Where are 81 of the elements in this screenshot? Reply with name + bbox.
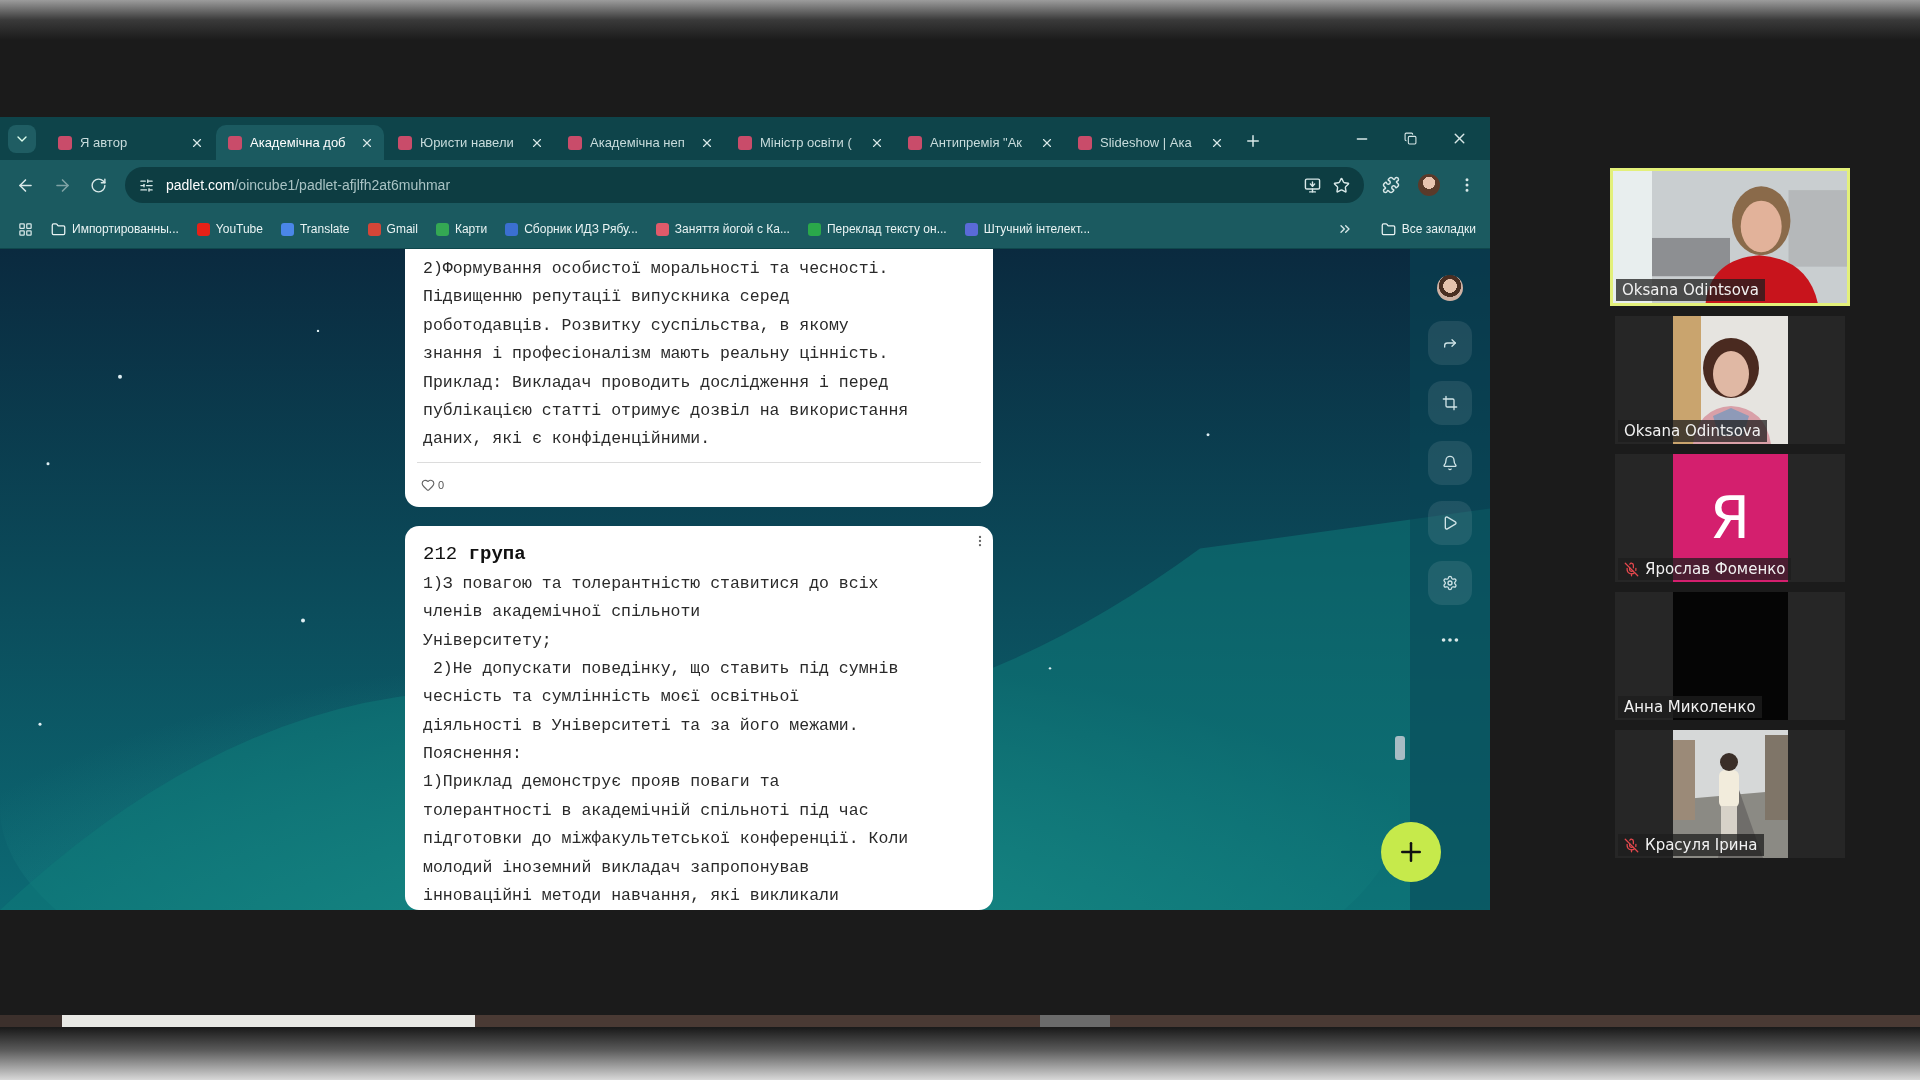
participant-name: Oksana Odintsova [1624,422,1761,440]
restore-icon[interactable] [1404,132,1417,145]
extensions-icon[interactable] [1382,176,1400,194]
post-text-line: 1)Приклад демонструє прояв поваги та [423,771,781,794]
favicon-icon [568,135,582,150]
folder-icon [1380,221,1396,237]
favicon-icon [505,222,519,236]
star-icon[interactable] [1333,176,1350,194]
tab-search-button[interactable] [8,125,36,153]
post-text-line: підготовки до міжфакультетської конференції. Коли [423,828,910,851]
post-text-line: Підвищенню репутації випускника серед [423,286,791,309]
browser-tab[interactable]: Міністр освіти ( [726,125,894,160]
apps-icon[interactable] [18,221,33,237]
scrollbar-thumb[interactable] [1395,736,1405,760]
site-settings-icon[interactable] [139,177,154,193]
address-field[interactable]: padlet.com/oincube1/padlet-afjlfh2at6muhmar [125,167,1364,203]
post-text-line: роботодавців. Розвитку суспільства, в якому [423,314,850,337]
favicon-icon [367,222,381,236]
post-text-line: діяльності в Університеті та за його межами. [423,714,860,737]
post-text-line: інноваційні методи навчання, які викликали [423,885,840,908]
share-button[interactable] [1428,321,1472,365]
heart-icon[interactable] [421,477,435,492]
favicon-icon [280,222,294,236]
browser-tab[interactable]: Академічна неп [556,125,724,160]
browser-tab[interactable]: Юристи навели [386,125,554,160]
reload-icon[interactable] [90,176,107,194]
bookmark-link[interactable]: Gmail [367,222,418,236]
post-text-line: 2)Формування особистої моральності та чесності. [423,258,890,280]
bookmark-link[interactable]: Карти [435,222,488,236]
post-text-line: Університету; [423,629,553,652]
new-tab-icon[interactable] [1244,132,1262,150]
post-text-line: чесність та сумлінність моєї освітньої [423,686,801,709]
post-text-line: Пояснення: [423,743,524,766]
favicon-icon [196,222,210,236]
favicon-icon [908,135,922,150]
favicon-icon [807,222,821,236]
favicon-icon [655,222,669,236]
browser-tab[interactable]: Я автор [46,125,214,160]
post-text-line: толерантності в академічній спільноті під час [423,799,870,822]
bookmark-link[interactable]: Все закладки [1380,221,1476,237]
post-text-line: 1)З повагою та толерантністю ставитися до всіх [423,572,880,595]
favicon-icon [228,135,242,150]
settings-button[interactable] [1428,561,1472,605]
bookmark-link[interactable]: Импортированны... [51,221,179,237]
post-text-line: молодий іноземний викладач запропонував [423,856,811,879]
participant-name: Oksana Odintsova [1622,281,1759,299]
participant-name: Красуля Ірина [1645,836,1758,854]
post-title: 212 група [422,541,527,567]
profile-avatar[interactable] [1418,174,1440,196]
browser-tab[interactable]: Антипремія "Ак [896,125,1064,160]
post-text-line: знання і професіоналізм мають реальну цінність. [423,343,890,366]
participant-name: Анна Миколенко [1624,698,1756,716]
favicon-icon [435,222,449,236]
bookmark-link[interactable]: Переклад тексту он... [807,222,947,236]
favicon-icon [1078,135,1092,150]
bookmark-link[interactable]: Translate [280,222,350,236]
bookmark-link[interactable]: Заняття йогой с Ка... [655,222,790,236]
bookmark-link[interactable]: YouTube [196,222,263,236]
favicon-icon [398,135,412,150]
browser-tab[interactable]: Академічна доб [216,125,384,160]
favicon-icon [58,135,72,150]
post-text-line: 2)Не допускати поведінку, що ставить під сумнів [431,657,900,680]
post-text-line: публікацією статті отримує дозвіл на використання [423,399,910,422]
crop-button[interactable] [1428,381,1472,425]
play-icon [1442,515,1458,531]
play-button[interactable] [1428,501,1472,545]
favicon-icon [964,222,978,236]
post-text-line: даних, які є конфіденційними. [423,428,712,451]
notifications-button[interactable] [1428,441,1472,485]
bell-icon [1442,455,1458,471]
browser-tab[interactable]: Slideshow | Ака [1066,125,1234,160]
post-text-line: Приклад: Викладач проводить дослідження і перед [423,371,890,394]
settings-icon [1442,575,1458,591]
folder-icon [51,221,66,237]
like-count: 0 [438,478,445,491]
crop-icon [1442,395,1458,411]
favicon-icon [738,135,752,150]
install-icon[interactable] [1304,176,1321,194]
post-text-line: членів академічної спільноти [423,601,702,624]
bookmark-link[interactable]: Сборник ИДЗ Рябу... [505,222,638,236]
bookmark-link[interactable]: Штучний інтелект... [964,222,1091,236]
